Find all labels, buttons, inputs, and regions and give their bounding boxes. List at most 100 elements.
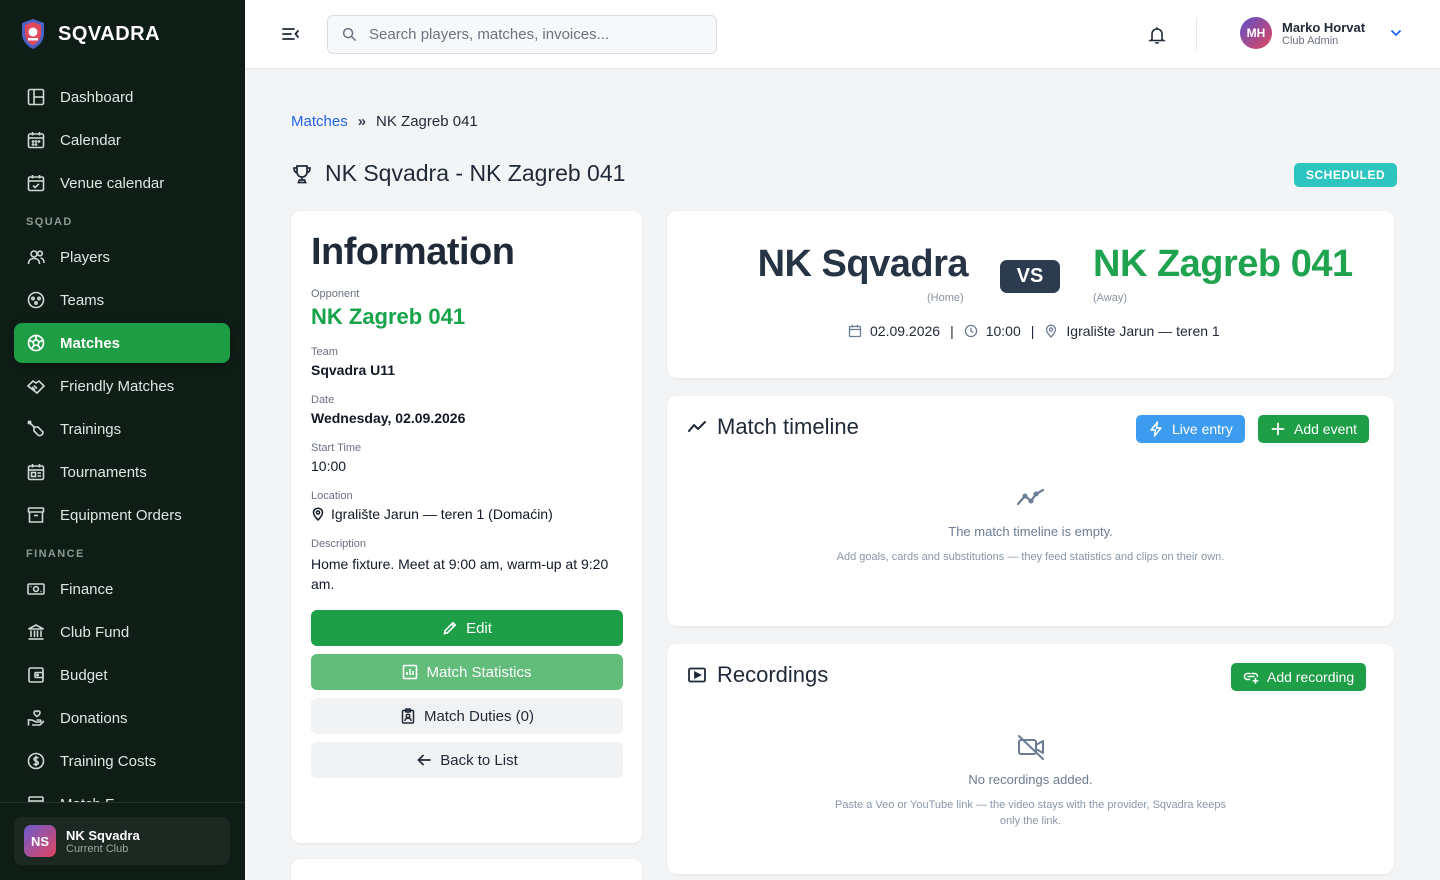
sidebar-item-training-costs[interactable]: Training Costs <box>14 741 230 781</box>
field-start-time: Start Time 10:00 <box>311 442 622 474</box>
breadcrumb-link-matches[interactable]: Matches <box>291 113 348 130</box>
arrow-left-icon <box>417 754 432 766</box>
timeline-empty-title: The match timeline is empty. <box>948 524 1113 539</box>
breadcrumb-current: NK Zagreb 041 <box>376 113 478 130</box>
sidebar-item-label: Trainings <box>60 420 122 438</box>
plus-icon <box>1271 422 1285 436</box>
field-label: Date <box>311 394 335 406</box>
recordings-card: Recordings Add recording No recordings a… <box>667 644 1394 874</box>
map-pin-icon <box>312 507 324 521</box>
sidebar-item-label: Dashboard <box>60 88 134 106</box>
ball-icon <box>27 334 45 352</box>
field-location: Location Igralište Jarun — teren 1 (Doma… <box>311 490 622 522</box>
breadcrumb: Matches » NK Zagreb 041 <box>291 113 478 130</box>
chevron-down-icon[interactable] <box>1389 26 1403 40</box>
match-timeline-card: Match timeline Live entry Add event The … <box>667 396 1394 626</box>
match-duties-button[interactable]: Match Duties (0) <box>311 698 623 734</box>
sidebar-item-dashboard[interactable]: Dashboard <box>14 77 230 117</box>
sidebar-item-donations[interactable]: Donations <box>14 698 230 738</box>
sidebar-item-calendar[interactable]: Calendar <box>14 120 230 160</box>
club-switcher[interactable]: NS NK Sqvadra Current Club <box>14 817 230 865</box>
calendar-check-icon <box>27 175 45 192</box>
field-date: Date Wednesday, 02.09.2026 <box>311 394 622 426</box>
match-meta: 02.09.2026 | 10:00 | Igralište Jarun — t… <box>848 323 1220 339</box>
recordings-title: Recordings <box>717 662 829 687</box>
sidebar-item-trainings[interactable]: Trainings <box>14 409 230 449</box>
sidebar-footer: NS NK Sqvadra Current Club <box>0 802 245 880</box>
club-subtitle: Current Club <box>66 842 129 855</box>
calendar-icon <box>848 325 862 338</box>
live-entry-button[interactable]: Live entry <box>1136 415 1245 443</box>
recordings-empty-subtitle: Paste a Veo or YouTube link — the video … <box>835 799 1226 827</box>
match-statistics-button[interactable]: Match Statistics <box>311 654 623 690</box>
sidebar-item-venue-calendar[interactable]: Venue calendar <box>14 163 230 203</box>
dashboard-icon <box>27 88 45 106</box>
sidebar-item-teams[interactable]: Teams <box>14 280 230 320</box>
match-date: 02.09.2026 <box>870 323 941 339</box>
page-title-row: NK Sqvadra - NK Zagreb 041 <box>291 160 625 187</box>
video-off-icon <box>1017 735 1044 760</box>
sidebar-item-matches[interactable]: Matches <box>14 323 230 363</box>
field-opponent: Opponent NK Zagreb 041 <box>311 288 622 330</box>
search-bar[interactable] <box>327 15 717 54</box>
start-time-value: 10:00 <box>311 458 347 474</box>
sidebar: SQVADRA Dashboard Calendar Venue calenda… <box>0 0 245 880</box>
sidebar-item-friendly-matches[interactable]: Friendly Matches <box>14 366 230 406</box>
search-input[interactable] <box>369 26 699 43</box>
edit-button-label: Edit <box>466 619 492 637</box>
secondary-card <box>291 859 642 880</box>
avatar: MH <box>1240 17 1272 49</box>
vs-badge: VS <box>1000 260 1060 293</box>
sidebar-item-finance[interactable]: Finance <box>14 569 230 609</box>
sidebar-item-label: Teams <box>60 291 105 309</box>
sidebar-item-club-fund[interactable]: Club Fund <box>14 612 230 652</box>
date-value: Wednesday, 02.09.2026 <box>311 410 466 426</box>
clock-icon <box>964 324 977 338</box>
live-entry-label: Live entry <box>1172 421 1233 437</box>
add-event-label: Add event <box>1294 421 1358 437</box>
field-label: Location <box>311 490 353 502</box>
sidebar-item-label: Venue calendar <box>60 174 165 192</box>
page-title: NK Sqvadra - NK Zagreb 041 <box>325 160 626 186</box>
shield-logo-icon <box>22 19 44 49</box>
recordings-header: Recordings <box>687 662 828 688</box>
menu-toggle-icon[interactable] <box>281 24 301 44</box>
add-event-button[interactable]: Add event <box>1258 415 1370 443</box>
clipboard-user-icon <box>401 708 415 724</box>
user-name: Marko Horvat <box>1282 19 1366 35</box>
sidebar-item-equipment-orders[interactable]: Equipment Orders <box>14 495 230 535</box>
sidebar-item-players[interactable]: Players <box>14 237 230 277</box>
bank-icon <box>28 624 44 640</box>
link-plus-icon <box>1243 672 1259 684</box>
sidebar-item-label: Budget <box>60 666 108 684</box>
user-role: Club Admin <box>1282 34 1339 47</box>
club-name: NK Sqvadra <box>66 827 140 843</box>
trend-icon <box>1016 488 1044 506</box>
information-card: Information Opponent NK Zagreb 041 Team … <box>291 211 642 843</box>
status-badge: SCHEDULED <box>1294 163 1398 187</box>
match-card: NK Sqvadra (Home) VS NK Zagreb 041 (Away… <box>667 211 1394 378</box>
users-icon <box>27 250 45 265</box>
timeline-header: Match timeline <box>687 414 859 440</box>
brand[interactable]: SQVADRA <box>20 18 160 50</box>
timeline-empty-subtitle: Add goals, cards and substitutions — the… <box>836 551 1225 563</box>
user-menu[interactable]: MH Marko Horvat Club Admin <box>1240 17 1403 49</box>
match-time: 10:00 <box>985 323 1021 339</box>
sidebar-item-budget[interactable]: Budget <box>14 655 230 695</box>
header-divider <box>1196 18 1197 50</box>
cash-icon <box>27 583 45 595</box>
sidebar-item-tournaments[interactable]: Tournaments <box>14 452 230 492</box>
sidebar-item-label: Club Fund <box>60 623 130 641</box>
edit-button[interactable]: Edit <box>311 610 623 646</box>
sidebar-item-label: Friendly Matches <box>60 377 175 395</box>
brand-name: SQVADRA <box>58 22 161 45</box>
location-row: Igralište Jarun — teren 1 (Domaćin) <box>311 506 622 522</box>
sidebar-section-finance: FINANCE <box>26 547 85 560</box>
donation-icon <box>27 710 45 726</box>
bell-icon[interactable] <box>1147 25 1167 45</box>
add-recording-button[interactable]: Add recording <box>1231 663 1367 691</box>
field-team: Team Sqvadra U11 <box>311 346 622 378</box>
recordings-empty-state: No recordings added. Paste a Veo or YouT… <box>667 732 1394 829</box>
match-statistics-label: Match Statistics <box>426 663 532 681</box>
back-to-list-button[interactable]: Back to List <box>311 742 623 778</box>
